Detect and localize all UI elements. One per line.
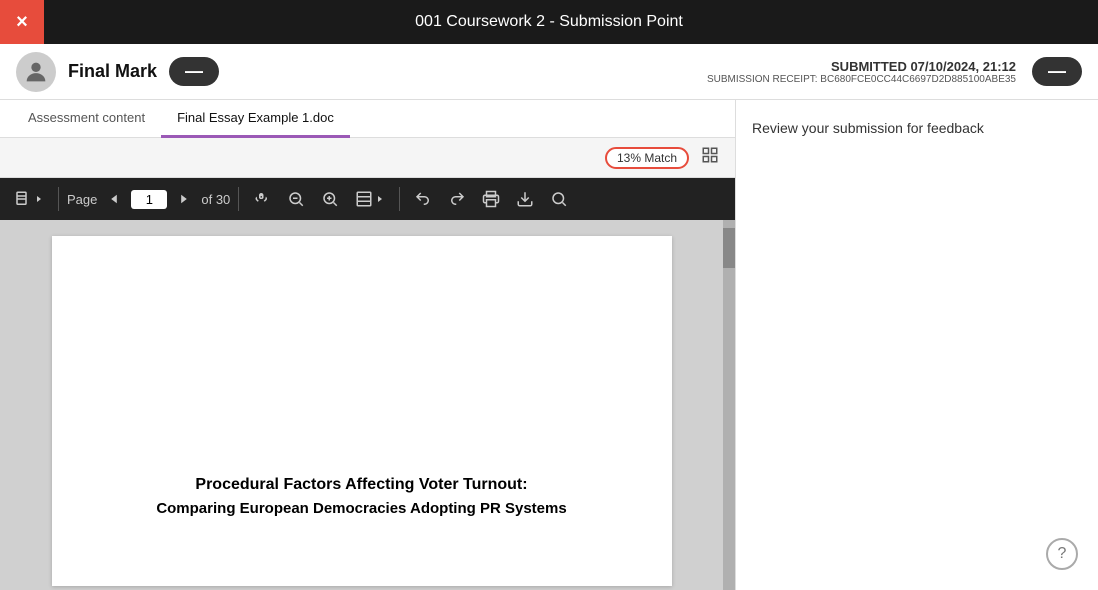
document-subtitle: Comparing European Democracies Adopting … xyxy=(132,500,592,517)
header-right-button[interactable]: — xyxy=(1032,57,1082,86)
page-label: Page xyxy=(67,192,97,207)
toolbar-area: 13% Match xyxy=(0,138,735,178)
user-section: Final Mark — xyxy=(16,52,219,92)
top-bar: × 001 Coursework 2 - Submission Point xyxy=(0,0,1098,44)
search-button[interactable] xyxy=(544,186,574,212)
next-page-button[interactable] xyxy=(171,188,197,210)
page-number-input[interactable] xyxy=(131,190,167,209)
divider-2 xyxy=(238,187,239,211)
tab-final-essay[interactable]: Final Essay Example 1.doc xyxy=(161,100,350,138)
fit-page-button[interactable] xyxy=(349,186,391,212)
scrollbar-thumb[interactable] xyxy=(723,228,735,268)
undo-button[interactable] xyxy=(408,186,438,212)
document-title: Procedural Factors Affecting Voter Turno… xyxy=(132,476,592,494)
main-layout: Assessment content Final Essay Example 1… xyxy=(0,100,1098,590)
close-button[interactable]: × xyxy=(0,0,44,44)
page-total-label: of 30 xyxy=(201,192,230,207)
scrollbar-track[interactable] xyxy=(723,220,735,590)
submitted-label: SUBMITTED 07/10/2024, 21:12 xyxy=(707,59,1016,74)
page-title: 001 Coursework 2 - Submission Point xyxy=(415,13,683,31)
layout-icon-button[interactable] xyxy=(697,144,723,171)
document-page: Procedural Factors Affecting Voter Turno… xyxy=(52,236,672,586)
pan-tool-button[interactable] xyxy=(247,186,277,212)
left-panel: Assessment content Final Essay Example 1… xyxy=(0,100,736,590)
user-dash-button[interactable]: — xyxy=(169,57,219,86)
header-row: Final Mark — SUBMITTED 07/10/2024, 21:12… xyxy=(0,44,1098,100)
redo-button[interactable] xyxy=(442,186,472,212)
pages-panel-button[interactable] xyxy=(8,186,50,212)
pdf-toolbar: Page of 30 xyxy=(0,178,735,220)
close-icon: × xyxy=(16,11,28,34)
download-button[interactable] xyxy=(510,186,540,212)
divider-3 xyxy=(399,187,400,211)
help-button[interactable]: ? xyxy=(1046,538,1078,570)
avatar xyxy=(16,52,56,92)
print-button[interactable] xyxy=(476,186,506,212)
review-text: Review your submission for feedback xyxy=(752,120,984,136)
submission-info: SUBMITTED 07/10/2024, 21:12 SUBMISSION R… xyxy=(707,59,1016,85)
divider-1 xyxy=(58,187,59,211)
receipt-label: SUBMISSION RECEIPT: BC680FCE0CC44C6697D2… xyxy=(707,74,1016,85)
match-badge[interactable]: 13% Match xyxy=(605,147,689,169)
tabs-bar: Assessment content Final Essay Example 1… xyxy=(0,100,735,138)
document-area: Procedural Factors Affecting Voter Turno… xyxy=(0,220,735,590)
right-panel: Review your submission for feedback ? xyxy=(736,100,1098,590)
tab-assessment-content[interactable]: Assessment content xyxy=(12,100,161,138)
prev-page-button[interactable] xyxy=(101,188,127,210)
user-name: Final Mark xyxy=(68,61,157,82)
zoom-in-button[interactable] xyxy=(315,186,345,212)
document-scroll-area[interactable]: Procedural Factors Affecting Voter Turno… xyxy=(0,220,723,590)
zoom-out-button[interactable] xyxy=(281,186,311,212)
